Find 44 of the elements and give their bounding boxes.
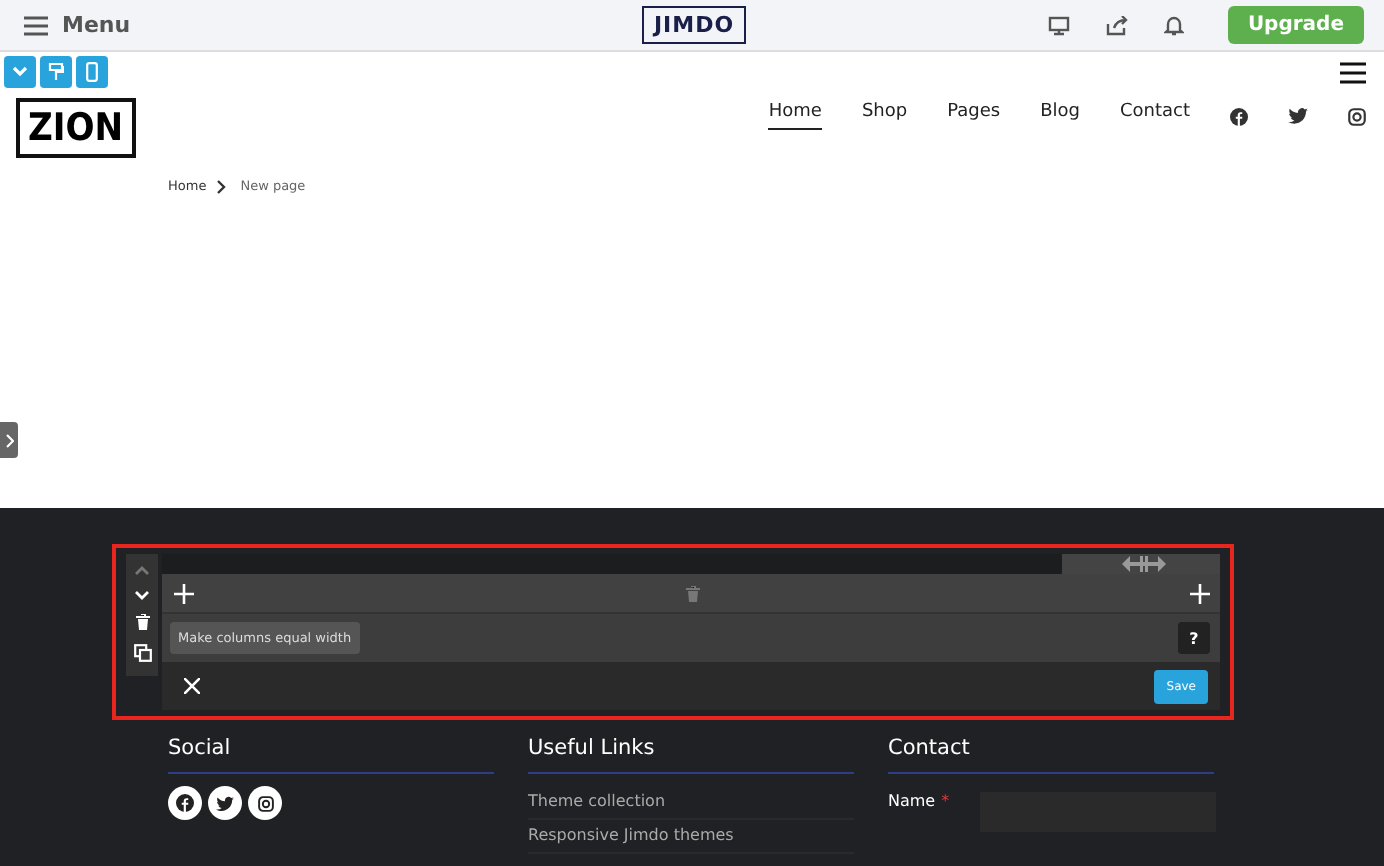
expand-sidebar-button[interactable] [0, 422, 18, 458]
facebook-icon[interactable] [168, 786, 202, 820]
jimdo-logo: JIMDO [641, 6, 747, 44]
site-logo[interactable]: ZION [16, 98, 136, 158]
duplicate-icon[interactable] [133, 644, 151, 662]
nav-link[interactable]: Blog [1040, 102, 1080, 130]
add-icon[interactable] [1190, 583, 1210, 603]
nav-link[interactable]: Shop [861, 102, 908, 130]
instagram-icon[interactable] [1348, 107, 1366, 125]
twitter-icon[interactable] [208, 786, 242, 820]
menu-icon[interactable] [24, 15, 48, 35]
chevron-down-icon[interactable] [134, 590, 150, 600]
chevron-down-icon [12, 66, 28, 78]
nav-link[interactable]: Home [768, 102, 822, 130]
bell-icon[interactable] [1163, 14, 1184, 36]
footer-heading: Useful Links [528, 736, 854, 774]
chevron-right-icon [5, 433, 13, 447]
nav-link[interactable]: Contact [1119, 102, 1190, 130]
menu-icon[interactable] [1340, 61, 1366, 83]
required-mark: * [941, 792, 950, 810]
trash-icon[interactable] [135, 614, 149, 630]
share-icon[interactable] [1105, 15, 1128, 35]
chevron-right-icon [216, 179, 227, 193]
nav-link[interactable]: Pages [947, 102, 1001, 130]
paint-roller-icon [48, 62, 64, 82]
desktop-icon[interactable] [1047, 15, 1070, 35]
resize-handle-icon[interactable] [1122, 556, 1166, 572]
facebook-icon[interactable] [1230, 107, 1248, 125]
collapse-button[interactable] [4, 56, 36, 88]
help-button[interactable]: ? [1178, 622, 1210, 654]
mobile-view-button[interactable] [76, 56, 108, 88]
footer-link[interactable]: Theme collection [528, 786, 854, 820]
footer-heading: Social [168, 736, 494, 774]
footer-link[interactable]: Responsive Jimdo themes [528, 820, 854, 854]
twitter-icon[interactable] [1288, 108, 1308, 124]
add-icon[interactable] [174, 583, 194, 603]
field-label: Name [888, 792, 936, 810]
menu-label[interactable]: Menu [62, 12, 131, 38]
instagram-icon[interactable] [248, 786, 282, 820]
paint-roller-button[interactable] [40, 56, 72, 88]
footer-heading: Contact [888, 736, 1214, 774]
phone-icon [86, 62, 98, 82]
close-icon[interactable] [184, 678, 200, 694]
chevron-up-icon[interactable] [134, 566, 150, 576]
